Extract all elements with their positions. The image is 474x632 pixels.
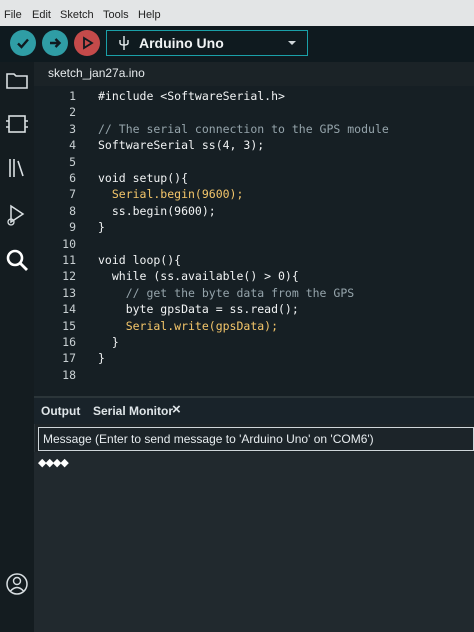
board-manager-icon[interactable] <box>3 110 31 138</box>
board-name: Arduino Uno <box>139 35 224 51</box>
line-number: 8 <box>69 203 76 218</box>
line-number: 17 <box>62 351 76 366</box>
file-tab-label: sketch_jan27a.ino <box>48 66 145 80</box>
account-icon[interactable] <box>3 570 31 598</box>
toolbar: Arduino Uno <box>0 26 474 62</box>
code-line[interactable]: byte gpsData = ss.read(); <box>98 302 299 316</box>
line-number: 11 <box>62 253 76 267</box>
line-number: 15 <box>62 318 76 333</box>
menu-bar: File Edit Sketch Tools Help <box>0 0 474 26</box>
line-number: 3 <box>69 121 76 136</box>
code-line[interactable]: void loop(){ <box>98 253 181 267</box>
debug-play-icon <box>83 36 94 50</box>
line-number-gutter: 1 2 3 4 5 6 7 8 9 10 11 12 13 14 15 16 17 18 <box>34 86 84 396</box>
tab-output[interactable]: Output <box>41 404 80 418</box>
debug-icon[interactable] <box>3 200 31 228</box>
debug-button[interactable] <box>74 30 100 56</box>
menu-sketch[interactable]: Sketch <box>60 9 94 21</box>
chevron-down-icon <box>288 41 296 45</box>
code-line[interactable]: // The serial connection to the GPS modu… <box>98 122 389 136</box>
board-selector[interactable]: Arduino Uno <box>106 30 308 56</box>
code-editor[interactable]: 1 2 3 4 5 6 7 8 9 10 11 12 13 14 15 16 17 18 #include <So… <box>34 86 474 396</box>
line-number: 5 <box>69 154 76 169</box>
close-icon[interactable]: × <box>172 401 181 418</box>
panel-tabs: Output Serial Monitor × <box>34 398 474 424</box>
line-number: 9 <box>69 220 76 235</box>
code-line[interactable]: void setup(){ <box>98 171 188 185</box>
code-line[interactable]: Serial.write(gpsData); <box>98 319 278 333</box>
usb-icon <box>119 36 129 50</box>
line-number: 2 <box>69 105 76 120</box>
line-number: 10 <box>62 236 76 251</box>
code-line[interactable]: // get the byte data from the GPS <box>98 286 355 300</box>
line-number: 7 <box>69 187 76 202</box>
menu-file[interactable]: File <box>4 9 22 21</box>
line-number: 16 <box>62 335 76 349</box>
library-icon[interactable] <box>3 154 31 182</box>
line-number: 13 <box>62 285 76 300</box>
serial-message-input[interactable] <box>38 427 474 451</box>
line-number: 6 <box>69 171 76 185</box>
tab-serial-monitor[interactable]: Serial Monitor <box>93 404 173 418</box>
serial-monitor-body <box>34 452 474 632</box>
line-number: 14 <box>62 302 76 317</box>
code-line[interactable]: } <box>98 335 119 349</box>
code-line[interactable]: Serial.begin(9600); <box>98 187 244 201</box>
code-line[interactable]: while (ss.available() > 0){ <box>98 269 299 283</box>
search-icon[interactable] <box>3 246 31 274</box>
check-icon <box>17 38 29 49</box>
sidebar <box>0 62 35 632</box>
code-line[interactable]: } <box>98 220 105 234</box>
code-line[interactable]: SoftwareSerial ss(4, 3); <box>98 138 264 152</box>
file-tab[interactable]: sketch_jan27a.ino <box>34 62 474 86</box>
line-number: 4 <box>69 138 76 153</box>
menu-edit[interactable]: Edit <box>32 9 51 21</box>
line-number: 1 <box>69 89 76 103</box>
serial-output-text: ◆◆◆◆ <box>38 457 69 469</box>
line-number: 12 <box>62 269 76 284</box>
menu-help[interactable]: Help <box>138 9 161 21</box>
menu-tools[interactable]: Tools <box>103 9 129 21</box>
code-line[interactable]: } <box>98 351 105 365</box>
folder-icon[interactable] <box>3 66 31 94</box>
code-line[interactable]: ss.begin(9600); <box>98 204 216 218</box>
code-line[interactable]: #include <SoftwareSerial.h> <box>98 89 285 103</box>
line-number: 18 <box>62 367 76 382</box>
upload-button[interactable] <box>42 30 68 56</box>
verify-button[interactable] <box>10 30 36 56</box>
arrow-right-icon <box>50 38 62 48</box>
